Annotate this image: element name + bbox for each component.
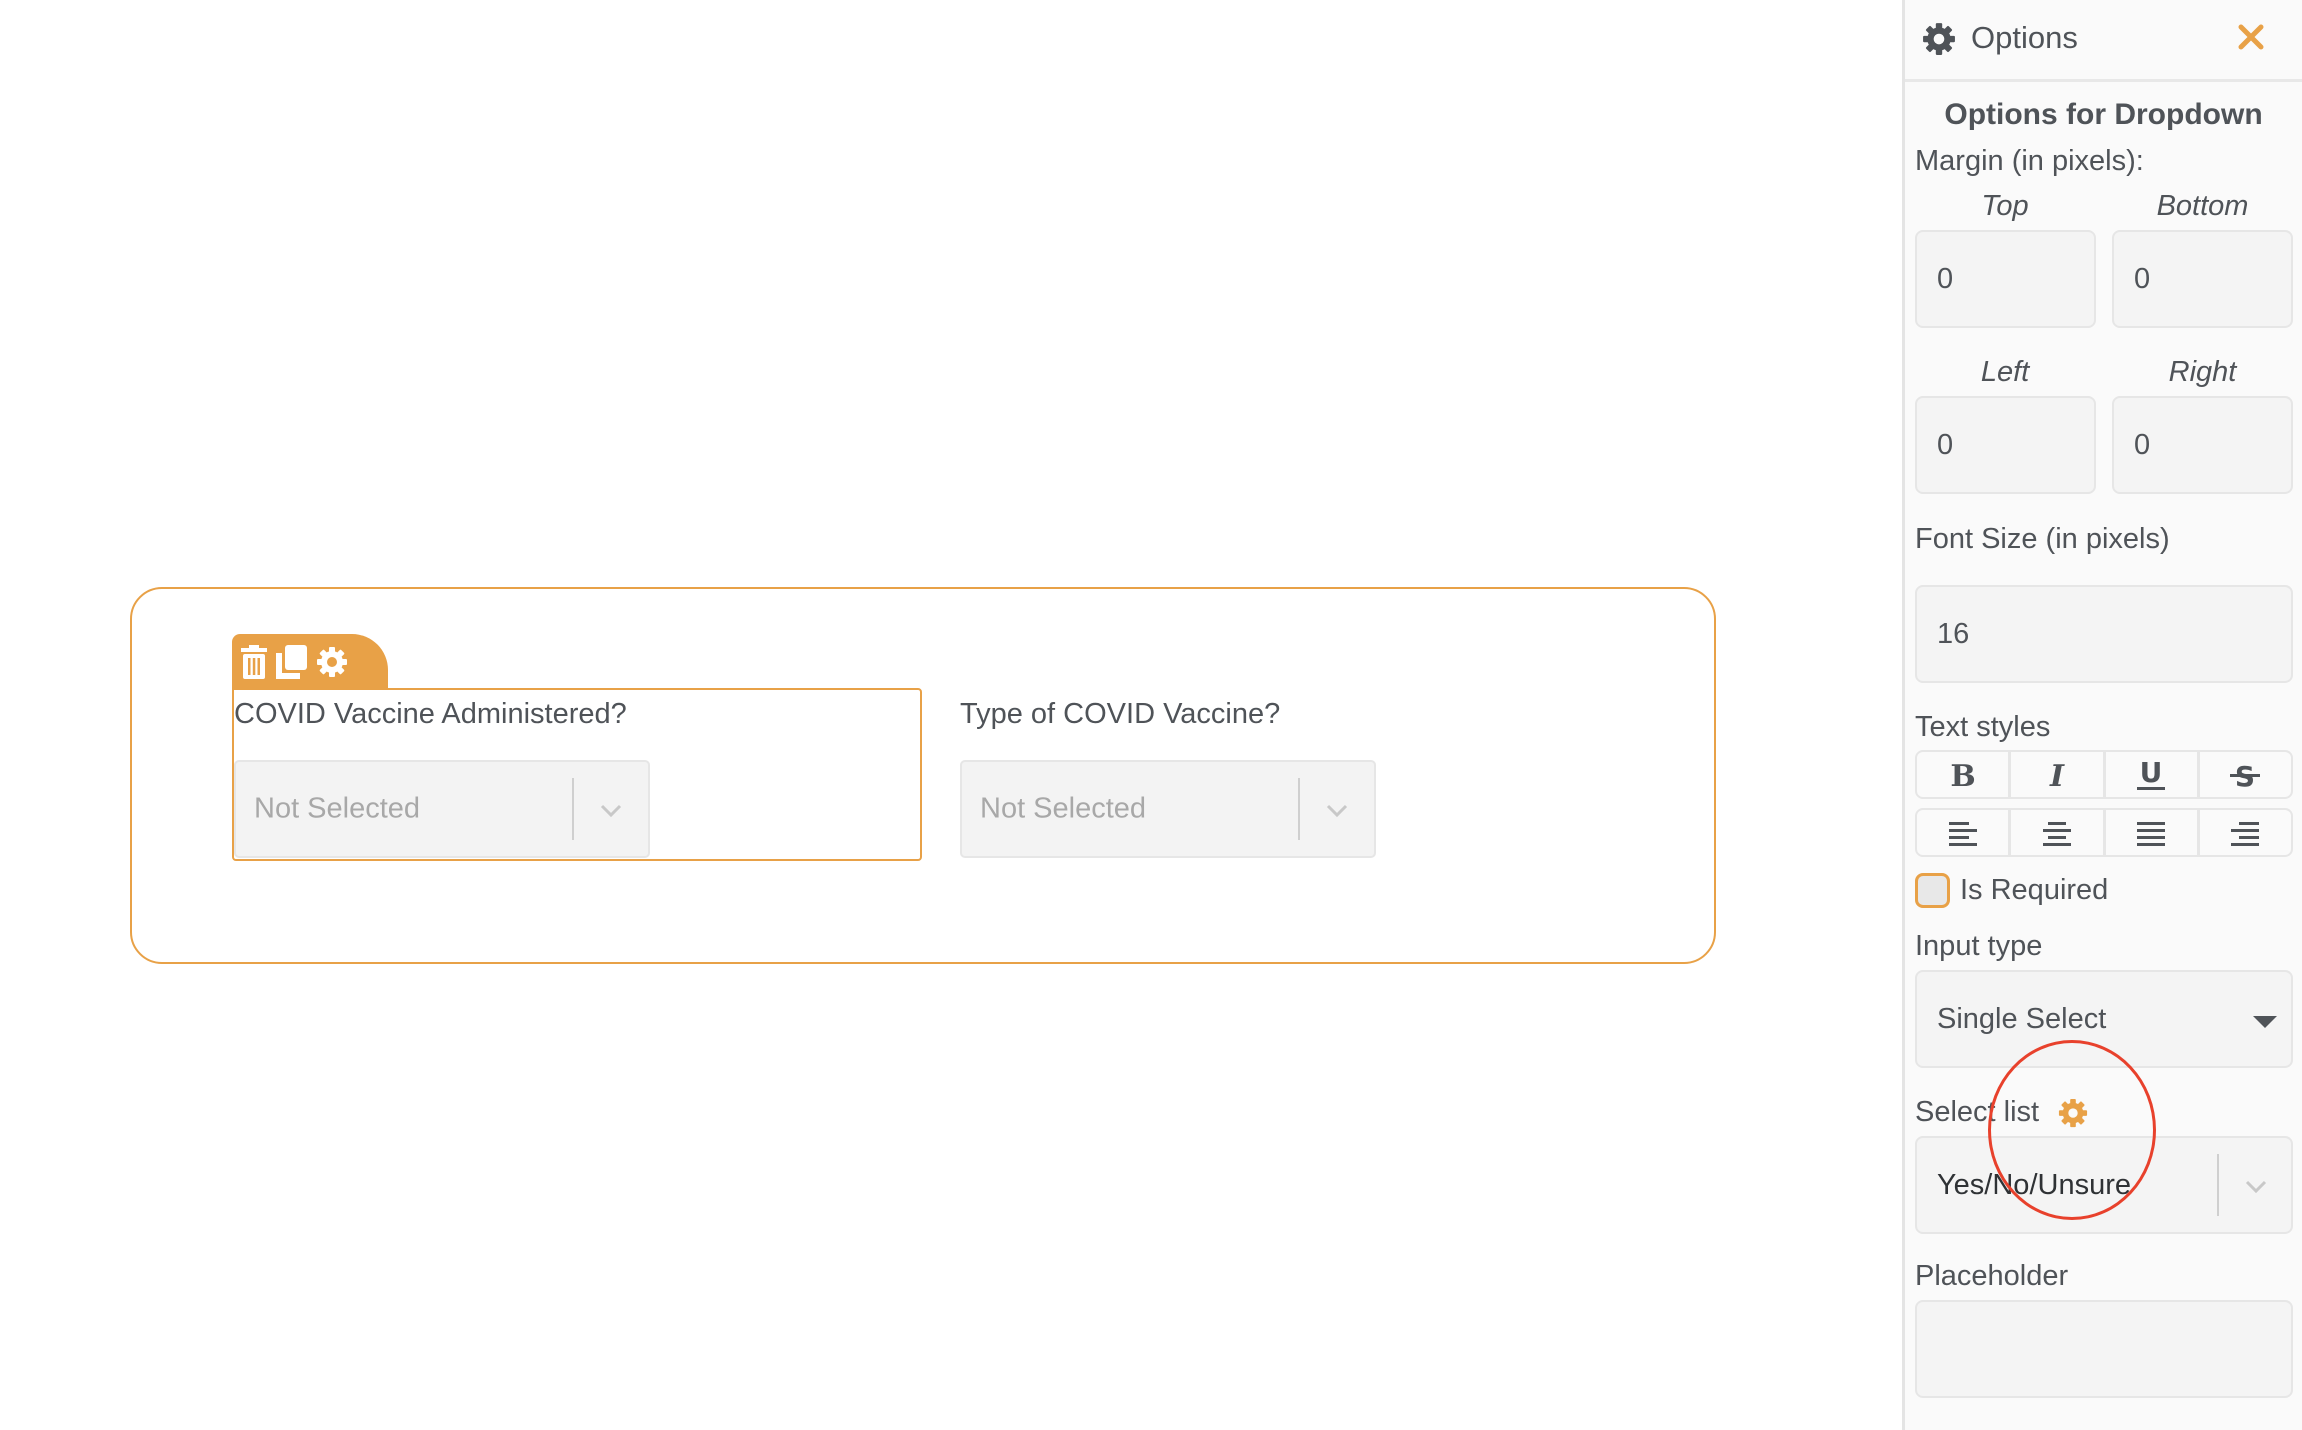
- panel-title: Options: [1971, 20, 2078, 55]
- field-label: Type of COVID Vaccine?: [960, 698, 1281, 730]
- margin-right-label: Right: [2168, 356, 2237, 388]
- alignment-group: [1915, 808, 2293, 857]
- is-required-checkbox[interactable]: [1915, 873, 1950, 908]
- gear-icon: [1922, 22, 1956, 61]
- align-right-button[interactable]: [2200, 810, 2291, 855]
- align-center-button[interactable]: [2011, 810, 2106, 855]
- margin-label: Margin (in pixels):: [1915, 145, 2144, 177]
- svg-text:B: B: [1950, 760, 1975, 790]
- input-type-value: Single Select: [1937, 1002, 2107, 1035]
- bold-button[interactable]: B: [1917, 752, 2012, 797]
- annotation-circle: [1988, 1040, 2156, 1220]
- placeholder-input[interactable]: [1915, 1300, 2293, 1398]
- align-center-icon: [2042, 821, 2071, 846]
- vaccine-type-dropdown[interactable]: Not Selected: [960, 760, 1376, 858]
- strikethrough-button[interactable]: S: [2200, 752, 2291, 797]
- strikethrough-icon: S: [2230, 760, 2261, 790]
- margin-bottom-value: 0: [2134, 262, 2151, 295]
- input-type-label: Input type: [1915, 930, 2043, 962]
- margin-left-value: 0: [1937, 428, 1954, 461]
- copy-icon[interactable]: [276, 645, 308, 679]
- chevron-down-icon[interactable]: [1322, 796, 1352, 826]
- svg-text:I: I: [2049, 760, 2065, 790]
- panel-divider: [1905, 79, 2302, 82]
- gear-icon[interactable]: [316, 646, 348, 678]
- dropdown-placeholder: Not Selected: [254, 792, 421, 825]
- text-style-group: B I U S: [1915, 750, 2293, 799]
- font-size-value: 16: [1937, 617, 1970, 650]
- placeholder-label: Placeholder: [1915, 1260, 2069, 1292]
- margin-right-value: 0: [2134, 428, 2151, 461]
- underline-button[interactable]: U: [2106, 752, 2200, 797]
- dropdown-separator: [572, 778, 574, 840]
- margin-left-label: Left: [1980, 356, 2030, 388]
- align-left-button[interactable]: [1917, 810, 2012, 855]
- align-right-icon: [2231, 821, 2260, 846]
- field-toolbar: [232, 634, 388, 690]
- text-styles-label: Text styles: [1915, 711, 2051, 743]
- svg-text:U: U: [2140, 758, 2163, 789]
- margin-bottom-input[interactable]: 0: [2112, 230, 2293, 328]
- italic-button[interactable]: I: [2011, 752, 2106, 797]
- margin-bottom-label: Bottom: [2156, 190, 2249, 222]
- trash-icon[interactable]: [240, 645, 268, 679]
- underline-icon: U: [2137, 758, 2166, 790]
- margin-right-input[interactable]: 0: [2112, 396, 2293, 494]
- font-size-input[interactable]: 16: [1915, 585, 2293, 683]
- close-icon[interactable]: [2238, 24, 2264, 55]
- margin-left-input[interactable]: 0: [1915, 396, 2096, 494]
- align-left-icon: [1948, 821, 1977, 846]
- dropdown-separator: [1298, 778, 1300, 840]
- is-required-label: Is Required: [1960, 874, 2109, 906]
- panel-subtitle: Options for Dropdown: [1944, 98, 2263, 131]
- dropdown-separator: [2217, 1154, 2219, 1216]
- align-justify-button[interactable]: [2106, 810, 2200, 855]
- margin-top-input[interactable]: 0: [1915, 230, 2096, 328]
- chevron-down-icon[interactable]: [596, 796, 626, 826]
- font-size-label: Font Size (in pixels): [1915, 523, 2170, 555]
- caret-down-icon: [2253, 1016, 2277, 1028]
- chevron-down-icon: [2245, 1180, 2267, 1194]
- vaccine-administered-dropdown[interactable]: Not Selected: [234, 760, 650, 858]
- field-label: COVID Vaccine Administered?: [234, 698, 627, 730]
- margin-top-value: 0: [1937, 262, 1954, 295]
- margin-top-label: Top: [1981, 190, 2029, 222]
- bold-icon: B: [1950, 760, 1975, 790]
- italic-icon: I: [2049, 760, 2065, 790]
- align-justify-icon: [2137, 821, 2166, 846]
- dropdown-placeholder: Not Selected: [980, 792, 1147, 825]
